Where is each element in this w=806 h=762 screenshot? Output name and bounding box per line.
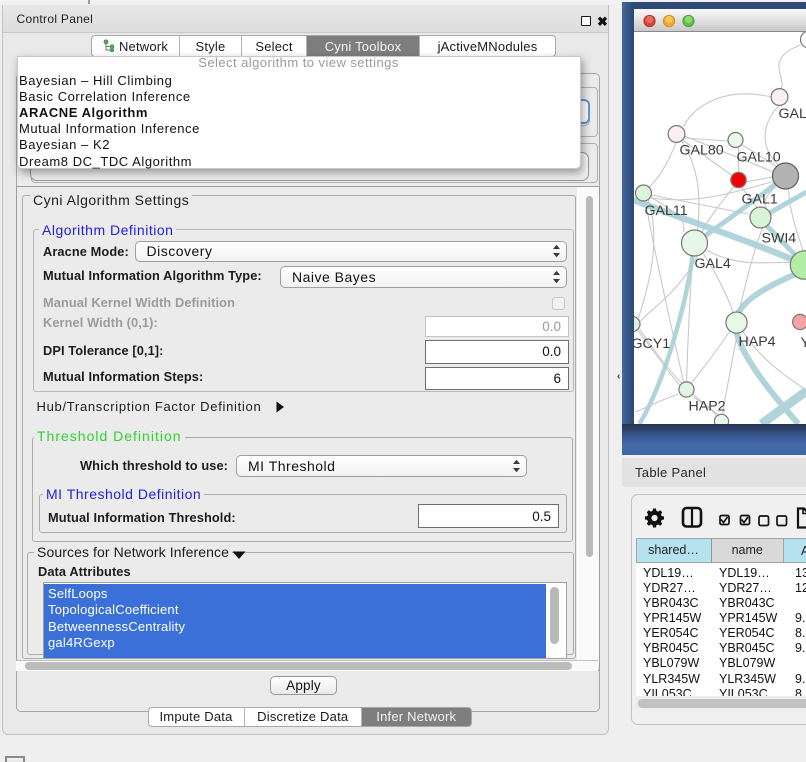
svg-text:GAL10: GAL10 xyxy=(736,150,780,166)
svg-text:Y: Y xyxy=(800,335,806,351)
svg-text:SWI4: SWI4 xyxy=(761,231,796,247)
svg-text:GAL1: GAL1 xyxy=(741,192,777,208)
svg-text:HAP2: HAP2 xyxy=(688,399,725,415)
svg-text:GAL11: GAL11 xyxy=(644,203,687,219)
svg-text:GAL80: GAL80 xyxy=(679,143,723,159)
svg-text:GAL4: GAL4 xyxy=(694,256,730,272)
svg-text:GCY1: GCY1 xyxy=(634,336,670,352)
svg-text:GAL7: GAL7 xyxy=(778,106,806,122)
svg-text:HAP4: HAP4 xyxy=(738,334,775,350)
